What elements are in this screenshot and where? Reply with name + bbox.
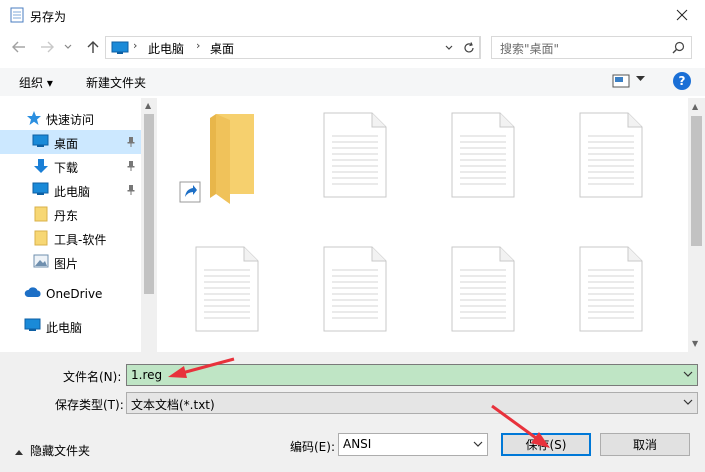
folder-icon <box>34 206 48 222</box>
chevron-up-icon <box>15 449 23 455</box>
refresh-button[interactable] <box>458 36 480 59</box>
navigation-pane: 快速访问 桌面 下载 此电脑 丹东 工具-软件 图片 OneDrive 此电脑 <box>0 98 157 352</box>
close-button[interactable] <box>659 0 705 30</box>
sidebar-item-label: 下载 <box>54 161 79 175</box>
back-button[interactable] <box>10 38 28 56</box>
computer-icon <box>24 318 41 331</box>
pin-icon[interactable] <box>126 160 136 172</box>
pin-icon[interactable] <box>126 136 136 148</box>
sidebar-item-dandong[interactable]: 丹东 <box>0 202 141 226</box>
desktop-icon <box>32 134 49 147</box>
sidebar-item-desktop[interactable]: 桌面 <box>0 130 141 154</box>
sidebar-item-label: 快速访问 <box>46 113 95 127</box>
sidebar-item-tools-software[interactable]: 工具-软件 <box>0 226 141 250</box>
up-button[interactable] <box>84 38 102 56</box>
organize-menu[interactable]: 组织 ▾ <box>19 74 53 91</box>
scroll-up-icon[interactable]: ▲ <box>692 102 698 111</box>
document-icon[interactable] <box>578 112 644 198</box>
sidebar-item-onedrive[interactable]: OneDrive <box>0 282 141 306</box>
sidebar-item-downloads[interactable]: 下载 <box>0 154 141 178</box>
sidebar-scroll-thumb[interactable] <box>144 114 154 294</box>
address-bar[interactable]: › 此电脑 › 桌面 <box>105 36 481 59</box>
sidebar-item-this-pc-pinned[interactable]: 此电脑 <box>0 178 141 202</box>
command-bar: 组织 ▾ 新建文件夹 <box>0 68 705 96</box>
computer-icon <box>32 182 49 195</box>
chevron-down-icon <box>64 44 72 49</box>
forward-button[interactable] <box>38 38 56 56</box>
window-title: 另存为 <box>30 10 67 24</box>
sidebar-item-quick-access[interactable]: 快速访问 <box>0 106 141 130</box>
breadcrumb-separator-icon: › <box>133 39 138 52</box>
breadcrumb-separator-icon: › <box>196 39 201 52</box>
sidebar-item-label: OneDrive <box>46 287 103 301</box>
sidebar-item-this-pc[interactable]: 此电脑 <box>0 314 141 338</box>
view-options-icon[interactable] <box>612 74 630 88</box>
scroll-up-icon[interactable]: ▲ <box>145 101 151 110</box>
sidebar-item-label: 此电脑 <box>46 321 83 335</box>
folder-icon <box>34 230 48 246</box>
folder-shortcut-icon[interactable] <box>176 110 256 205</box>
chevron-down-icon <box>445 45 453 50</box>
search-placeholder: 搜索"桌面" <box>500 42 560 56</box>
sidebar-item-label: 丹东 <box>54 209 79 223</box>
computer-icon <box>111 41 129 54</box>
encoding-select[interactable]: ANSI <box>338 433 488 456</box>
filetype-value: 文本文档(*.txt) <box>131 398 215 412</box>
new-folder-button[interactable]: 新建文件夹 <box>86 74 146 91</box>
breadcrumb-this-pc[interactable]: 此电脑 <box>148 40 184 57</box>
cancel-button[interactable]: 取消 <box>600 433 690 456</box>
filename-label: 文件名(N): <box>63 370 122 384</box>
file-list-scroll-thumb[interactable] <box>691 116 702 246</box>
sidebar-item-label: 图片 <box>54 257 79 271</box>
notepad-icon <box>10 7 24 23</box>
refresh-icon <box>463 41 474 52</box>
chevron-down-icon[interactable] <box>683 397 693 407</box>
star-icon <box>27 111 41 125</box>
arrow-right-icon <box>41 41 54 53</box>
document-icon[interactable] <box>450 246 516 332</box>
sidebar-scrollbar[interactable]: ▲ <box>141 98 157 352</box>
arrow-left-icon <box>12 41 25 53</box>
document-icon[interactable] <box>450 112 516 198</box>
help-button[interactable]: ? <box>673 72 691 90</box>
chevron-down-icon <box>473 441 483 447</box>
scroll-down-icon[interactable]: ▼ <box>692 339 698 348</box>
breadcrumb-desktop[interactable]: 桌面 <box>210 40 234 57</box>
arrow-up-icon <box>87 41 99 53</box>
recent-locations-button[interactable] <box>62 38 74 56</box>
hide-folders-toggle[interactable]: 隐藏文件夹 <box>14 442 90 459</box>
sidebar-item-label: 桌面 <box>54 137 79 151</box>
chevron-down-icon[interactable] <box>683 369 693 379</box>
pin-icon[interactable] <box>126 184 136 196</box>
filename-input[interactable]: 1.reg <box>126 364 698 386</box>
save-button[interactable]: 保存(S) <box>501 433 591 456</box>
filename-value: 1.reg <box>131 368 163 382</box>
chevron-down-icon[interactable] <box>636 76 645 82</box>
sidebar-item-pictures[interactable]: 图片 <box>0 250 141 274</box>
close-icon <box>676 9 688 21</box>
title-bar: 另存为 <box>0 0 705 30</box>
document-icon[interactable] <box>322 246 388 332</box>
filetype-select[interactable]: 文本文档(*.txt) <box>126 392 698 414</box>
cloud-icon <box>24 287 41 297</box>
encoding-value: ANSI <box>343 437 372 451</box>
document-icon[interactable] <box>578 246 644 332</box>
file-list-scrollbar[interactable]: ▲ ▼ <box>688 98 705 352</box>
document-icon[interactable] <box>322 112 388 198</box>
pictures-icon <box>33 254 49 268</box>
address-dropdown-button[interactable] <box>440 36 458 59</box>
sidebar-item-label: 工具-软件 <box>54 233 107 247</box>
document-icon[interactable] <box>194 246 260 332</box>
hide-folders-label: 隐藏文件夹 <box>30 444 91 458</box>
encoding-label: 编码(E): <box>290 440 335 454</box>
sidebar-item-label: 此电脑 <box>54 185 91 199</box>
filetype-label: 保存类型(T): <box>55 398 124 412</box>
search-icon <box>672 41 685 54</box>
search-box[interactable]: 搜索"桌面" <box>491 36 692 59</box>
download-icon <box>34 159 48 173</box>
file-list[interactable] <box>160 98 688 352</box>
